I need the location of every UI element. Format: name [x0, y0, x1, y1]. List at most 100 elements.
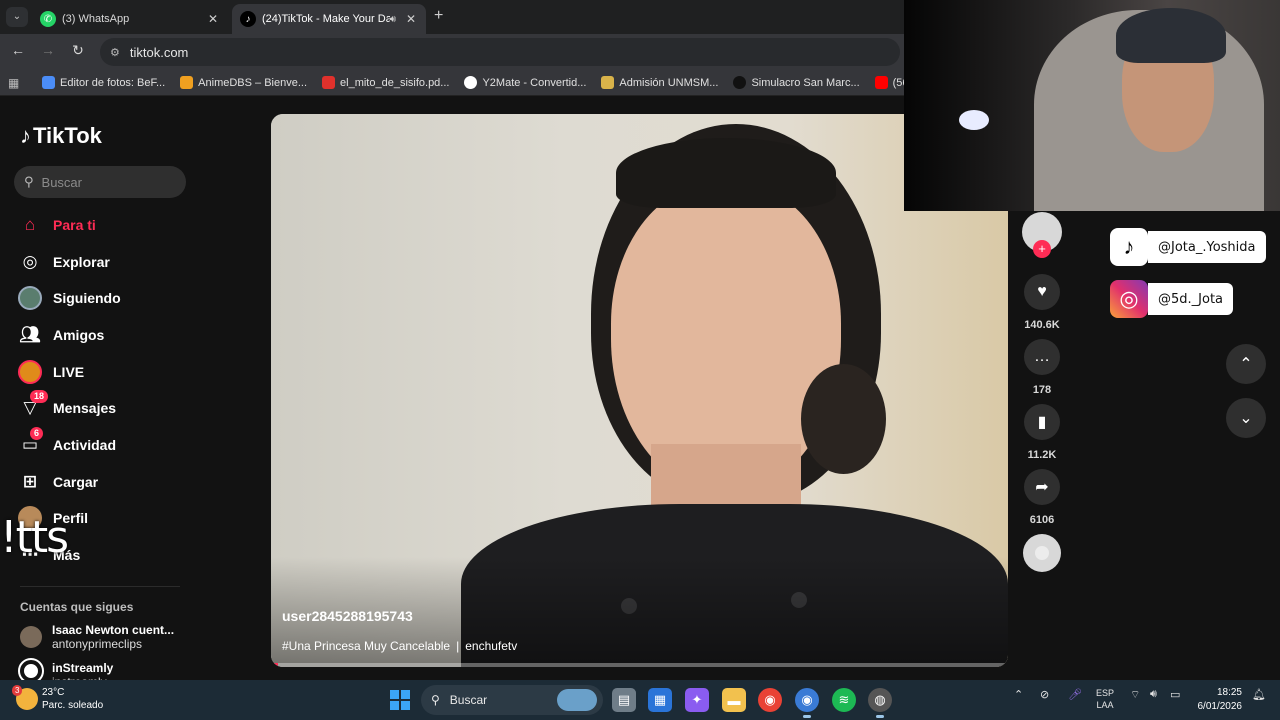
bookmark-favicon-icon	[733, 76, 747, 89]
bookmark-label: el_mito_de_sisifo.pd...	[340, 76, 450, 89]
heart-icon: ♥	[1037, 283, 1047, 300]
comment-button[interactable]: …	[1024, 339, 1060, 375]
file-explorer-icon[interactable]: ▬	[722, 688, 746, 712]
upload-icon: ⊞	[22, 472, 38, 491]
forward-button[interactable]: →	[38, 42, 58, 58]
instagram-handle-overlay: ◎ @5d._Jota	[1110, 280, 1234, 318]
following-heading: Cuentas que sigues	[20, 600, 134, 614]
creator-avatar[interactable]: +	[1022, 212, 1062, 258]
microphone-icon[interactable]: 🎤︎	[1068, 688, 1082, 701]
bookmark-label: AnimeDBS – Bienve...	[198, 76, 308, 89]
volume-icon[interactable]: 🔊︎	[1150, 688, 1157, 701]
windows-taskbar: 3 23°C Parc. soleado ⚲ Buscar ▤ ▦ ✦ ▬ ◉ …	[0, 680, 1280, 720]
lang-bottom: LAA	[1096, 700, 1114, 710]
youtube-icon	[874, 76, 888, 89]
sidebar-item-live[interactable]: LIVE	[18, 358, 84, 386]
obs-icon[interactable]: ◍	[868, 688, 892, 718]
tab-whatsapp[interactable]: ✆ (3) WhatsApp ✕	[32, 4, 228, 34]
search-placeholder: Buscar	[41, 174, 82, 190]
avatar	[20, 626, 42, 648]
share-icon: ➦	[1035, 479, 1049, 496]
weather-widget[interactable]: 3 23°C Parc. soleado	[12, 685, 103, 712]
previous-video-button[interactable]: ⌃	[1226, 344, 1266, 384]
close-icon[interactable]: ✕	[404, 12, 418, 26]
copilot-icon[interactable]: ✦	[685, 688, 709, 712]
notification-badge: 6	[30, 427, 44, 440]
live-icon	[18, 360, 42, 384]
search-input[interactable]: ⚲ Buscar	[14, 166, 186, 198]
tiktok-note-icon: ♪	[20, 123, 31, 148]
tab-title: (24)TikTok - Make Your Day	[262, 13, 390, 25]
chrome-active-icon[interactable]: ◉	[795, 688, 819, 718]
divider	[20, 586, 180, 587]
separator: |	[456, 639, 460, 653]
like-button[interactable]: ♥	[1024, 274, 1060, 310]
reload-button[interactable]: ↻	[68, 42, 88, 59]
notification-bell-icon[interactable]: 🔔︎	[1252, 688, 1266, 701]
sidebar-item-mensajes[interactable]: ▽ 18 Mensajes	[18, 390, 117, 422]
sidebar-item-actividad[interactable]: ▭ 6 Actividad	[18, 427, 117, 459]
tab-search-dropdown[interactable]: ⌄	[6, 7, 28, 27]
bookmark[interactable]: Y2Mate - Convertid...	[464, 76, 586, 89]
bookmark[interactable]: Admisión UNMSM...	[601, 76, 718, 89]
instagram-handle: @5d._Jota	[1148, 283, 1234, 315]
wifi-icon[interactable]: ⌔	[1130, 688, 1140, 702]
music-disc-icon[interactable]	[1023, 534, 1061, 572]
follow-plus-icon[interactable]: +	[1033, 240, 1051, 258]
bookmark-favicon-icon	[180, 76, 194, 89]
back-button[interactable]: ←	[8, 42, 28, 58]
new-tab-button[interactable]: +	[434, 7, 443, 25]
following-account[interactable]: Isaac Newton cuent... antonyprimeclips	[20, 623, 174, 651]
sidebar-item-amigos[interactable]: 👥︎ Amigos	[18, 321, 104, 349]
spotify-icon[interactable]: ≋	[832, 688, 856, 712]
video-hair-bun	[801, 364, 886, 474]
whatsapp-icon: ✆	[40, 11, 56, 27]
store-icon[interactable]: ▦	[648, 688, 672, 712]
bookmark[interactable]: Simulacro San Marc...	[733, 76, 860, 89]
site-info-icon[interactable]: ⚙	[110, 46, 120, 59]
sidebar-item-label: Mensajes	[53, 400, 117, 416]
video-tag[interactable]: enchufetv	[465, 639, 517, 653]
video-hairband	[616, 138, 836, 208]
chrome-icon[interactable]: ◉	[758, 688, 782, 712]
speaker-icon[interactable]: 🔊︎	[390, 14, 396, 25]
network-off-icon[interactable]: ⊘	[1040, 688, 1049, 701]
bookmark[interactable]: AnimeDBS – Bienve...	[180, 76, 307, 89]
clock[interactable]: 18:25 6/01/2026	[1190, 686, 1243, 714]
chevron-up-icon[interactable]: ⌃	[1014, 688, 1023, 701]
battery-icon[interactable]: ▭	[1170, 688, 1180, 701]
video-progress-bar[interactable]	[271, 663, 1008, 667]
close-icon[interactable]: ✕	[206, 12, 220, 26]
taskbar-search[interactable]: ⚲ Buscar	[421, 685, 603, 715]
sidebar-item-siguiendo[interactable]: Siguiendo	[18, 284, 121, 312]
following-account[interactable]: inStreamly instreamly	[18, 658, 113, 684]
next-video-button[interactable]: ⌄	[1226, 398, 1266, 438]
like-count: 140.6K	[1024, 319, 1060, 331]
bookmark-icon: ▮	[1037, 414, 1047, 431]
sidebar-item-explorar[interactable]: ◎ Explorar	[18, 248, 110, 276]
save-count: 11.2K	[1027, 449, 1057, 461]
tab-tiktok[interactable]: ♪ (24)TikTok - Make Your Day 🔊︎ ✕	[232, 4, 426, 34]
lang-top: ESP	[1096, 688, 1115, 698]
bookmark[interactable]: Editor de fotos: BeF...	[42, 76, 165, 89]
clock-time: 18:25	[1216, 687, 1242, 698]
video-username[interactable]: user2845288195743	[282, 608, 413, 624]
tiktok-logo[interactable]: ♪ TikTok	[20, 123, 102, 149]
video-player[interactable]: user2845288195743 #Una Princesa Muy Canc…	[271, 114, 1008, 667]
sidebar-item-cargar[interactable]: ⊞ Cargar	[18, 468, 98, 496]
task-view-icon[interactable]: ▤	[612, 688, 636, 712]
start-button[interactable]	[390, 690, 410, 710]
sidebar-item-para-ti[interactable]: ⌂ Para ti	[18, 211, 96, 239]
sidebar-item-label: Actividad	[53, 437, 117, 453]
bookmark[interactable]: el_mito_de_sisifo.pd...	[322, 76, 449, 89]
save-button[interactable]: ▮	[1024, 404, 1060, 440]
pdf-icon	[322, 76, 336, 89]
apps-icon[interactable]: ▦	[8, 76, 26, 90]
following-avatar-icon	[18, 286, 42, 310]
address-bar[interactable]: ⚙ tiktok.com	[100, 38, 900, 66]
search-highlight-illustration	[557, 689, 597, 711]
share-button[interactable]: ➦	[1024, 469, 1060, 505]
language-indicator[interactable]: ESP LAA	[1096, 687, 1114, 711]
video-hashtag[interactable]: #Una Princesa Muy Cancelable	[282, 639, 450, 653]
video-progress-fill	[271, 663, 279, 667]
